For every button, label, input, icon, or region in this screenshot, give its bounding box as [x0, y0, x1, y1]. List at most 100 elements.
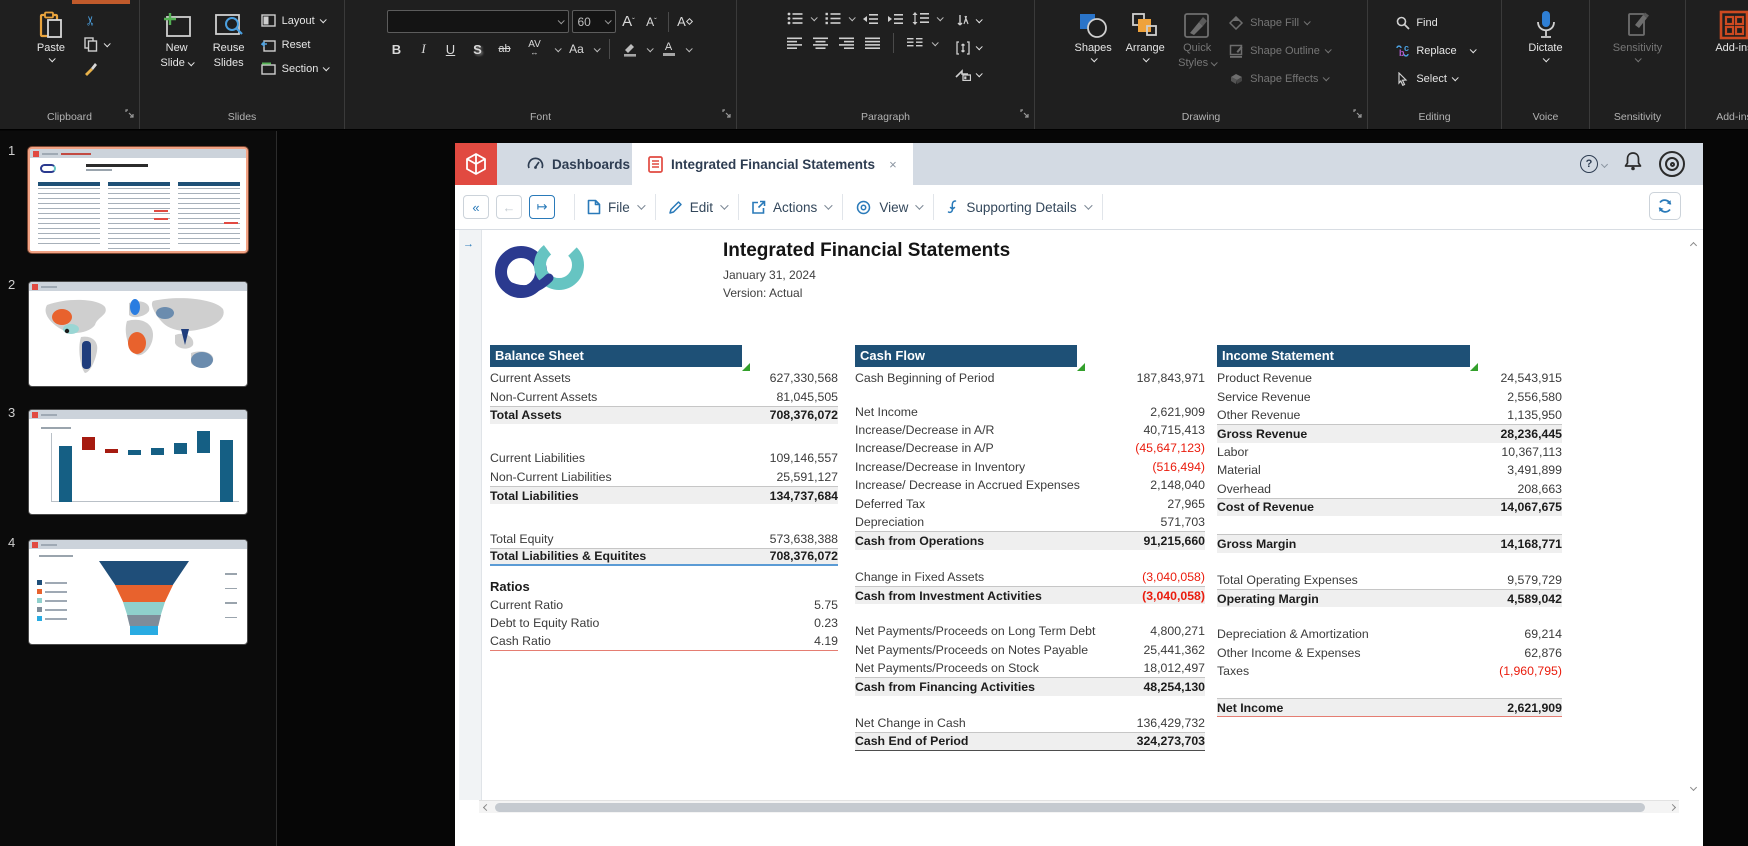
character-spacing-chevron-icon — [554, 44, 562, 52]
statement-row-value: 4,800,271 — [1150, 624, 1205, 639]
font-color-button[interactable]: A — [659, 39, 679, 59]
character-spacing-button[interactable]: AV ↔ — [522, 39, 548, 59]
text-shadow-button[interactable]: S — [468, 39, 488, 59]
refresh-button[interactable] — [1649, 192, 1681, 220]
file-menu[interactable]: File — [587, 199, 646, 215]
statement-row: Net Income 2,621,909 — [1217, 698, 1562, 717]
vertical-scrollbar[interactable] — [1688, 235, 1701, 795]
document-version: Version: Actual — [723, 286, 803, 300]
horizontal-scroll-thumb[interactable] — [495, 803, 1645, 812]
statement-row-label: Product Revenue — [1217, 371, 1313, 386]
statement-row-label: Service Revenue — [1217, 389, 1311, 404]
statement-row: Operating Margin 4,589,042 — [1217, 588, 1562, 608]
slide-thumbnail-3[interactable] — [28, 409, 248, 515]
clipboard-dialog-launcher-icon[interactable] — [125, 106, 135, 124]
clear-formatting-button[interactable]: A — [675, 12, 695, 32]
slide-thumbnail-1[interactable] — [28, 147, 248, 253]
bullets-button[interactable] — [786, 10, 803, 27]
quick-styles-label: Quick — [1183, 42, 1212, 54]
italic-button[interactable]: I — [414, 39, 434, 59]
actions-menu[interactable]: Actions — [751, 200, 833, 215]
dictate-button[interactable]: Dictate — [1521, 8, 1571, 64]
reset-button[interactable]: Reset — [256, 34, 333, 55]
statement-row-label: Net Payments/Proceeds on Notes Payable — [855, 642, 1089, 657]
arrange-button[interactable]: Arrange — [1120, 8, 1170, 64]
justify-button[interactable] — [864, 35, 881, 52]
new-slide-button[interactable]: New Slide — [152, 8, 202, 72]
statement-row-value: 14,067,675 — [1500, 500, 1562, 515]
account-avatar[interactable] — [1659, 151, 1685, 177]
increase-indent-button[interactable] — [887, 10, 904, 27]
scroll-left-icon[interactable] — [479, 803, 493, 811]
strikethrough-button[interactable]: ab — [495, 39, 515, 59]
mini-waterfall-chart — [29, 419, 247, 512]
notifications-button[interactable] — [1623, 151, 1643, 177]
statement-row: Cash from Operations 91,215,660 — [855, 531, 1205, 550]
text-direction-button[interactable] — [950, 10, 985, 31]
font-size-combo[interactable]: 60 — [571, 10, 616, 33]
format-painter-button[interactable] — [78, 58, 113, 79]
document-canvas: → Integrated Financial Statements Januar… — [455, 230, 1703, 846]
align-text-button[interactable] — [950, 37, 985, 58]
collapse-all-button[interactable]: « — [463, 195, 489, 219]
app-logo[interactable] — [455, 143, 497, 185]
horizontal-scrollbar[interactable] — [479, 800, 1679, 813]
tab-dashboards[interactable]: Dashboards — [511, 143, 646, 185]
change-case-button[interactable]: Aa — [567, 39, 587, 59]
decrease-indent-button[interactable] — [862, 10, 879, 27]
editing-group-label: Editing — [1418, 111, 1451, 123]
slide-thumbnail-2[interactable] — [28, 281, 248, 387]
scroll-right-icon[interactable] — [1665, 803, 1679, 811]
statement-row-value: 2,621,909 — [1507, 700, 1562, 715]
statement-row-value: 3,491,899 — [1507, 463, 1562, 478]
shapes-button[interactable]: Shapes — [1068, 8, 1118, 64]
slide-thumbnail-4[interactable] — [28, 539, 248, 645]
help-menu[interactable]: ? — [1580, 155, 1609, 173]
supporting-details-menu[interactable]: Supporting Details — [946, 199, 1093, 215]
numbering-button[interactable] — [824, 10, 841, 27]
scroll-down-icon[interactable] — [1689, 777, 1698, 795]
convert-to-smartart-button[interactable] — [950, 64, 985, 85]
copy-chevron-icon — [103, 40, 111, 48]
tab-integrated-financial-statements[interactable]: Integrated Financial Statements × — [632, 143, 913, 185]
reuse-slides-button[interactable]: Reuse Slides — [204, 8, 254, 72]
cut-button[interactable]: ✂ — [78, 10, 113, 31]
copy-button[interactable] — [78, 34, 113, 55]
find-button[interactable]: Find — [1390, 12, 1478, 33]
paste-button[interactable]: Paste — [26, 8, 76, 64]
statement-row-value: 134,737,684 — [769, 488, 838, 503]
drawing-dialog-launcher-icon[interactable] — [1353, 106, 1363, 124]
add-ins-button[interactable]: Add-ins — [1709, 8, 1748, 57]
font-dialog-launcher-icon[interactable] — [722, 106, 732, 124]
align-left-button[interactable] — [786, 35, 803, 52]
edit-menu[interactable]: Edit — [668, 200, 729, 215]
arrange-label: Arrange — [1125, 42, 1165, 54]
columns-button[interactable] — [906, 35, 923, 52]
left-gutter[interactable]: → — [459, 230, 482, 800]
underline-button[interactable]: U — [441, 39, 461, 59]
statement-row: Overhead 208,663 — [1217, 479, 1562, 497]
dictate-label: Dictate — [1528, 42, 1563, 54]
align-center-button[interactable] — [812, 35, 829, 52]
forward-button[interactable]: ↦ — [529, 195, 555, 219]
select-button[interactable]: Select — [1390, 68, 1478, 89]
layout-button[interactable]: Layout — [256, 10, 333, 31]
increase-font-size-button[interactable]: Aˇ — [619, 12, 639, 32]
paragraph-dialog-launcher-icon[interactable] — [1020, 106, 1030, 124]
bold-button[interactable]: B — [387, 39, 407, 59]
embedded-app-window: Dashboards Integrated Financial Statemen… — [455, 143, 1703, 846]
ribbon: Paste ✂ Clipboard New Slide Reuse Slides… — [0, 0, 1748, 130]
highlight-color-button[interactable] — [620, 39, 640, 59]
edit-chevron-icon — [720, 201, 729, 210]
decrease-font-size-button[interactable]: Aˇ — [642, 12, 662, 32]
line-spacing-button[interactable] — [912, 10, 929, 27]
sensitivity-button: Sensitivity — [1609, 8, 1667, 64]
section-button[interactable]: Section — [256, 58, 333, 79]
arrange-icon — [1130, 10, 1160, 40]
view-menu[interactable]: View — [855, 200, 925, 215]
align-right-button[interactable] — [838, 35, 855, 52]
tab-close-icon[interactable]: × — [889, 157, 897, 172]
font-name-combo[interactable] — [386, 10, 569, 33]
replace-button[interactable]: bc Replace — [1390, 40, 1478, 61]
scroll-up-icon[interactable] — [1689, 235, 1698, 253]
